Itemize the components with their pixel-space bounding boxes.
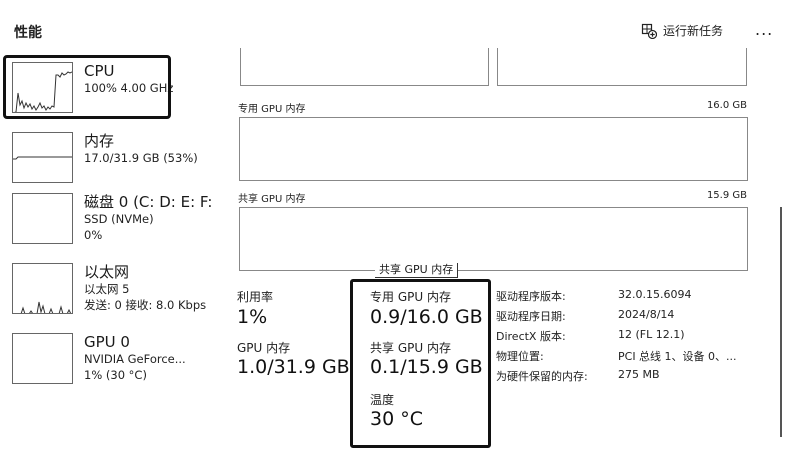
- disk-thumbnail-graph: [12, 193, 73, 244]
- directx-version-value: 12 (FL 12.1): [618, 328, 685, 341]
- sidebar-item-detail: 1% (30 °C): [84, 368, 147, 382]
- shared-memory-label: 共享 GPU 内存: [370, 341, 451, 355]
- sidebar-item-label: 以太网: [84, 263, 130, 281]
- sidebar-item-gpu[interactable]: GPU 0 NVIDIA GeForce... 1% (30 °C): [12, 333, 186, 384]
- more-icon[interactable]: ...: [755, 20, 773, 39]
- sidebar-item-memory[interactable]: 内存 17.0/31.9 GB (53%): [12, 132, 198, 183]
- gpu-memory-label: GPU 内存: [237, 341, 291, 355]
- utilization-value: 1%: [237, 306, 268, 328]
- page-title: 性能: [14, 25, 42, 41]
- gpu-thumbnail-graph: [12, 333, 73, 384]
- run-new-task-label: 运行新任务: [663, 24, 724, 38]
- ethernet-thumbnail-graph: [12, 263, 73, 314]
- gpu-memory-value: 1.0/31.9 GB: [237, 356, 350, 378]
- dedicated-memory-label: 专用 GPU 内存: [370, 290, 451, 304]
- dedicated-memory-graph: [239, 117, 748, 181]
- sidebar-item-label: 磁盘 0 (C: D: E: F:: [84, 193, 213, 211]
- sidebar-item-detail: NVIDIA GeForce...: [84, 352, 186, 366]
- copy-engine-graph: [240, 48, 489, 86]
- sidebar-item-detail: 17.0/31.9 GB (53%): [84, 151, 198, 165]
- scrollbar[interactable]: [780, 207, 782, 437]
- utilization-label: 利用率: [237, 290, 274, 304]
- sidebar-item-ethernet[interactable]: 以太网 以太网 5 发送: 0 接收: 8.0 Kbps: [12, 263, 206, 314]
- sidebar-item-detail: 发送: 0 接收: 8.0 Kbps: [84, 298, 207, 312]
- driver-version-label: 驱动程序版本:: [496, 290, 566, 303]
- directx-version-label: DirectX 版本:: [496, 330, 566, 343]
- sidebar-item-detail: 以太网 5: [84, 282, 130, 296]
- sidebar-item-label: GPU 0: [84, 333, 130, 351]
- dedicated-memory-graph-label: 专用 GPU 内存: [238, 104, 306, 115]
- memory-thumbnail-graph: [12, 132, 73, 183]
- run-task-icon: [641, 23, 658, 39]
- temperature-value: 30 °C: [370, 408, 423, 430]
- sidebar-item-disk[interactable]: 磁盘 0 (C: D: E: F: SSD (NVMe) 0%: [12, 193, 212, 244]
- video-engine-graph: [497, 48, 747, 86]
- shared-memory-max: 15.9 GB: [706, 190, 747, 201]
- reserved-memory-value: 275 MB: [618, 368, 660, 381]
- sidebar-item-detail: SSD (NVMe): [84, 212, 154, 226]
- dedicated-memory-max: 16.0 GB: [706, 100, 747, 111]
- shared-memory-value: 0.1/15.9 GB: [370, 356, 483, 378]
- reserved-memory-label: 为硬件保留的内存:: [496, 370, 588, 383]
- shared-memory-graph-label: 共享 GPU 内存: [238, 194, 306, 205]
- driver-date-label: 驱动程序日期:: [496, 310, 566, 323]
- physical-location-value: PCI 总线 1、设备 0、...: [618, 350, 737, 363]
- selection-highlight: [3, 55, 171, 119]
- tooltip: 共享 GPU 内存: [375, 263, 459, 278]
- temperature-label: 温度: [370, 393, 395, 407]
- shared-memory-graph: [239, 207, 748, 271]
- driver-date-value: 2024/8/14: [618, 308, 675, 321]
- physical-location-label: 物理位置:: [496, 350, 544, 363]
- run-new-task-button[interactable]: 运行新任务: [641, 22, 723, 39]
- sidebar-item-detail: 0%: [84, 228, 103, 242]
- sidebar-item-label: 内存: [84, 132, 115, 150]
- dedicated-memory-value: 0.9/16.0 GB: [370, 306, 483, 328]
- driver-version-value: 32.0.15.6094: [618, 288, 692, 301]
